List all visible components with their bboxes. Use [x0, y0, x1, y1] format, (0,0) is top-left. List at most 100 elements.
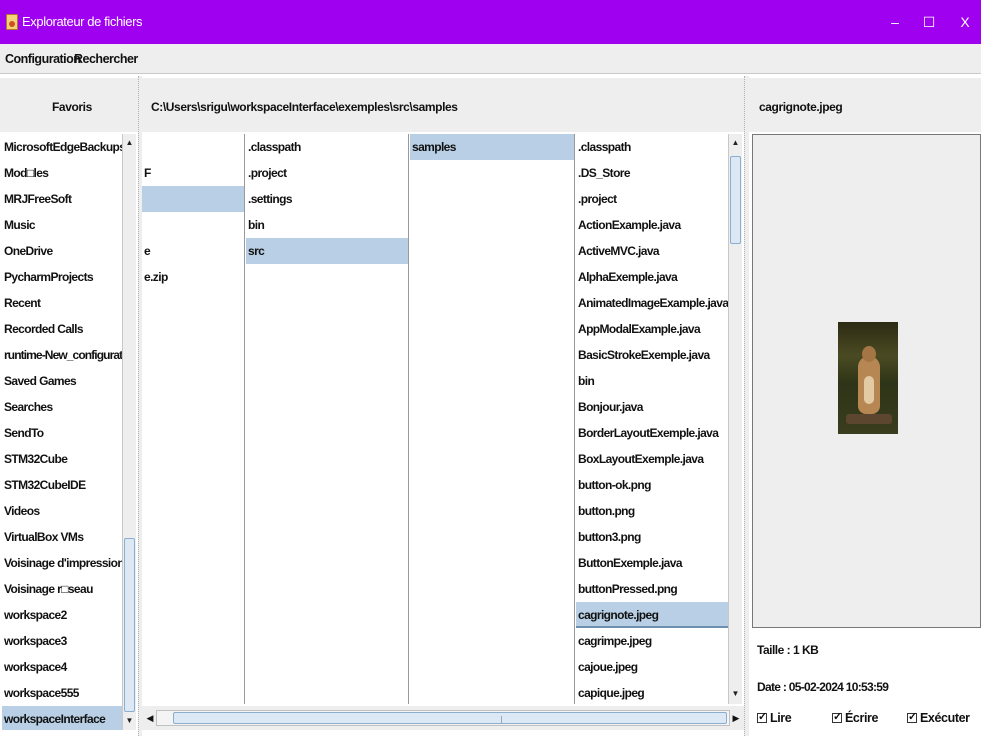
column-item[interactable] — [142, 134, 244, 160]
file-item[interactable]: button-ok.png — [576, 472, 728, 498]
read-checkbox[interactable]: Lire — [757, 710, 792, 725]
column-item-selected[interactable] — [142, 186, 244, 212]
column-item[interactable]: .classpath — [246, 134, 408, 160]
file-item[interactable]: capique.jpeg — [576, 680, 728, 704]
favorites-scroll-thumb[interactable] — [124, 538, 135, 712]
scroll-down-icon[interactable]: ▼ — [729, 687, 742, 701]
favorite-item[interactable]: Music — [2, 212, 122, 238]
favorite-item-selected[interactable]: workspaceInterface — [2, 706, 122, 730]
menu-configuration[interactable]: Configuration — [5, 52, 81, 66]
file-item[interactable]: .project — [576, 186, 728, 212]
column-item[interactable]: .settings — [246, 186, 408, 212]
file-item-selected[interactable]: cagrignote.jpeg — [576, 602, 728, 628]
file-item[interactable]: cajoue.jpeg — [576, 654, 728, 680]
file-item[interactable]: AlphaExemple.java — [576, 264, 728, 290]
menu-rechercher[interactable]: Rechercher — [74, 52, 138, 66]
file-item[interactable]: button.png — [576, 498, 728, 524]
scroll-up-icon[interactable]: ▲ — [123, 136, 136, 150]
favorite-item[interactable]: Saved Games — [2, 368, 122, 394]
file-item[interactable]: Bonjour.java — [576, 394, 728, 420]
hscroll-thumb[interactable] — [173, 712, 727, 724]
file-item[interactable]: bin — [576, 368, 728, 394]
favorite-item[interactable]: Searches — [2, 394, 122, 420]
window-title: Explorateur de fichiers — [22, 14, 143, 29]
squirrel-belly — [864, 376, 874, 404]
file-item[interactable]: buttonPressed.png — [576, 576, 728, 602]
files-scroll-thumb[interactable] — [730, 156, 741, 244]
checkbox-checked-icon[interactable] — [907, 710, 917, 723]
file-item[interactable]: BasicStrokeExemple.java — [576, 342, 728, 368]
column-item[interactable]: e.zip — [142, 264, 244, 290]
files-scrollbar[interactable]: ▲ ▼ — [728, 134, 742, 704]
scroll-left-icon[interactable]: ◀ — [144, 711, 156, 725]
favorite-item[interactable]: Recorded Calls — [2, 316, 122, 342]
favorite-item[interactable]: MRJFreeSoft — [2, 186, 122, 212]
file-item[interactable]: cagrimpe.jpeg — [576, 628, 728, 654]
browser-column-1[interactable]: F e e.zip — [142, 134, 245, 704]
favorite-item[interactable]: Voisinage r□seau — [2, 576, 122, 602]
path-header: C:\Users\srigu\workspaceInterface\exempl… — [142, 78, 744, 132]
column-item[interactable]: .project — [246, 160, 408, 186]
browser-column-2[interactable]: .classpath .project .settings bin src — [246, 134, 409, 704]
window-titlebar: Explorateur de fichiers – ☐ X — [0, 0, 981, 44]
menu-bar: Configuration Rechercher — [0, 44, 981, 74]
close-button[interactable]: X — [950, 10, 980, 34]
browser-column-4[interactable]: .classpath .DS_Store .project ActionExam… — [576, 134, 728, 704]
favorite-item[interactable]: STM32Cube — [2, 446, 122, 472]
squirrel-perch — [846, 414, 892, 424]
column-item-selected[interactable]: samples — [410, 134, 574, 160]
file-item[interactable]: button3.png — [576, 524, 728, 550]
favorite-item[interactable]: Voisinage d'impression — [2, 550, 122, 576]
squirrel-head — [862, 346, 876, 362]
maximize-button[interactable]: ☐ — [914, 10, 944, 34]
minimize-button[interactable]: – — [880, 10, 910, 34]
favorite-item[interactable]: OneDrive — [2, 238, 122, 264]
execute-checkbox[interactable]: Exécuter — [907, 710, 970, 725]
column-item[interactable]: F — [142, 160, 244, 186]
file-item[interactable]: AnimatedImageExample.java — [576, 290, 728, 316]
favorite-item[interactable]: workspace3 — [2, 628, 122, 654]
preview-header: cagrignote.jpeg — [749, 78, 981, 132]
file-item[interactable]: .classpath — [576, 134, 728, 160]
favorite-item[interactable]: Recent — [2, 290, 122, 316]
current-path: C:\Users\srigu\workspaceInterface\exempl… — [151, 100, 458, 114]
hscroll-track[interactable] — [156, 710, 730, 726]
column-item[interactable]: bin — [246, 212, 408, 238]
file-item[interactable]: ButtonExemple.java — [576, 550, 728, 576]
favorite-item[interactable]: workspace2 — [2, 602, 122, 628]
file-item[interactable]: BoxLayoutExemple.java — [576, 446, 728, 472]
favorite-item[interactable]: workspace4 — [2, 654, 122, 680]
columns-horizontal-scrollbar[interactable]: ◀ ▶ — [142, 706, 744, 730]
favorites-list[interactable]: MicrosoftEdgeBackups Mod□les MRJFreeSoft… — [2, 134, 122, 730]
checkbox-checked-icon[interactable] — [832, 710, 842, 723]
column-item[interactable] — [142, 212, 244, 238]
favorite-item[interactable]: Videos — [2, 498, 122, 524]
right-splitter[interactable] — [744, 76, 749, 736]
browser-column-3[interactable]: samples — [410, 134, 575, 704]
file-item[interactable]: .DS_Store — [576, 160, 728, 186]
favorite-item[interactable]: workspace555 — [2, 680, 122, 706]
favorite-item[interactable]: runtime-New_configuration — [2, 342, 122, 368]
favorite-item[interactable]: SendTo — [2, 420, 122, 446]
favorites-header: Favoris — [0, 78, 138, 132]
favorite-item[interactable]: Mod□les — [2, 160, 122, 186]
write-checkbox[interactable]: Écrire — [832, 710, 879, 725]
file-item[interactable]: ActionExample.java — [576, 212, 728, 238]
checkbox-checked-icon[interactable] — [757, 710, 767, 723]
favorite-item[interactable]: MicrosoftEdgeBackups — [2, 134, 122, 160]
favorites-title: Favoris — [52, 100, 92, 114]
scroll-right-icon[interactable]: ▶ — [730, 711, 742, 725]
favorite-item[interactable]: PycharmProjects — [2, 264, 122, 290]
favorite-item[interactable]: VirtualBox VMs — [2, 524, 122, 550]
file-item[interactable]: BorderLayoutExemple.java — [576, 420, 728, 446]
favorites-scrollbar[interactable]: ▲ ▼ — [122, 134, 136, 730]
scroll-down-icon[interactable]: ▼ — [123, 714, 136, 728]
column-item[interactable]: e — [142, 238, 244, 264]
file-item[interactable]: ActiveMVC.java — [576, 238, 728, 264]
favorite-item[interactable]: STM32CubeIDE — [2, 472, 122, 498]
column-item-selected[interactable]: src — [246, 238, 408, 264]
write-label: Écrire — [845, 711, 879, 725]
image-preview-panel — [752, 134, 981, 628]
scroll-up-icon[interactable]: ▲ — [729, 136, 742, 150]
file-item[interactable]: AppModalExample.java — [576, 316, 728, 342]
